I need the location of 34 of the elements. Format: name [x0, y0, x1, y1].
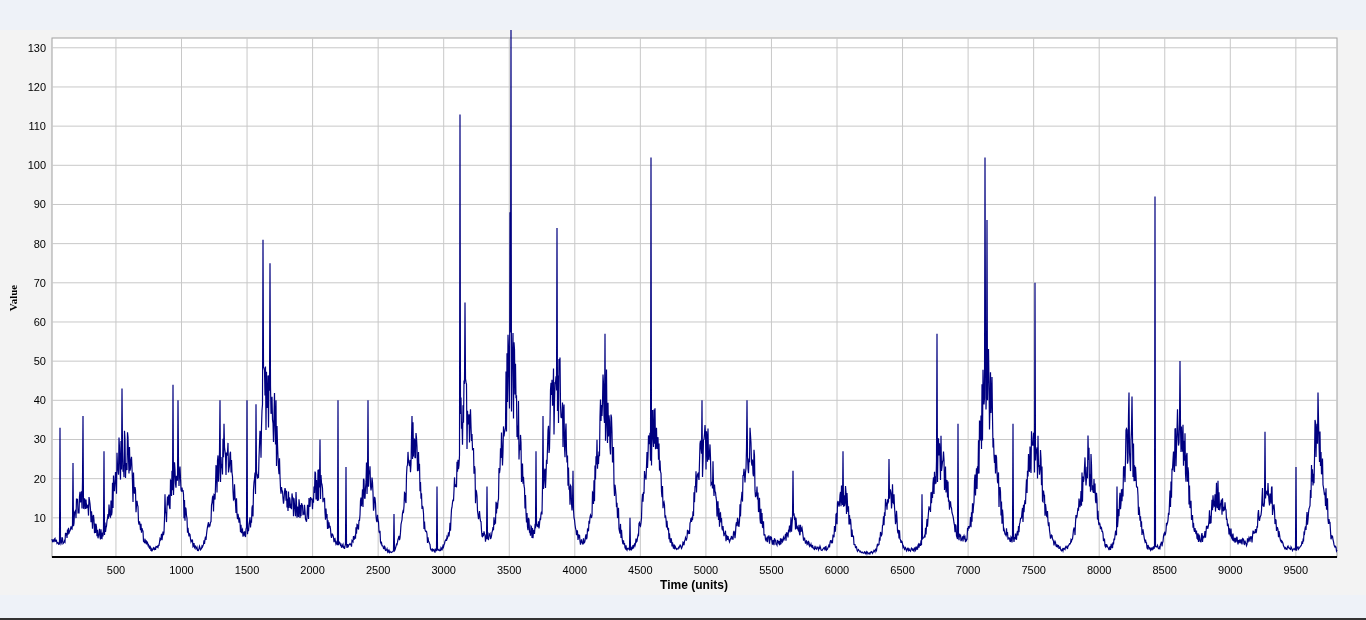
y-tick-label: 80 [33, 237, 46, 250]
y-tick-label: 120 [27, 80, 46, 93]
x-tick-label: 4000 [562, 564, 588, 576]
x-tick-label: 6500 [890, 564, 915, 576]
x-tick-label: 8000 [1086, 564, 1112, 576]
x-tick-label: 7500 [1021, 564, 1046, 576]
y-tick-label: 50 [33, 355, 46, 368]
x-tick-label: 7000 [955, 564, 981, 576]
x-tick-label: 9500 [1283, 564, 1309, 576]
x-tick-label: 500 [106, 564, 126, 576]
x-tick-label: 5500 [759, 564, 784, 576]
x-tick-label: 6000 [824, 564, 850, 576]
y-tick-label: 90 [33, 198, 46, 211]
y-tick-label: 40 [33, 394, 46, 407]
y-tick-label: 60 [33, 316, 46, 328]
y-tick-label: 70 [33, 276, 46, 289]
y-tick-label: 10 [33, 511, 46, 524]
x-tick-label: 2500 [365, 564, 391, 576]
y-axis-title: Value [7, 284, 19, 312]
x-tick-label: 1000 [169, 564, 194, 576]
y-tick-label: 30 [33, 433, 46, 446]
x-axis-title: Time (units) [660, 578, 728, 592]
x-tick-label: 2000 [300, 564, 325, 576]
x-tick-label: 8500 [1152, 564, 1177, 576]
y-tick-label: 110 [28, 120, 46, 133]
x-tick-label: 4500 [628, 564, 653, 576]
y-tick-label: 20 [33, 472, 46, 485]
y-tick-label: 100 [27, 159, 46, 172]
x-tick-label: 5000 [693, 564, 719, 576]
y-tick-label: 130 [27, 41, 46, 54]
x-tick-label: 3000 [431, 564, 456, 576]
x-tick-label: 1500 [234, 564, 260, 576]
x-tick-label: 9000 [1218, 564, 1243, 576]
x-tick-label: 3500 [497, 564, 522, 576]
